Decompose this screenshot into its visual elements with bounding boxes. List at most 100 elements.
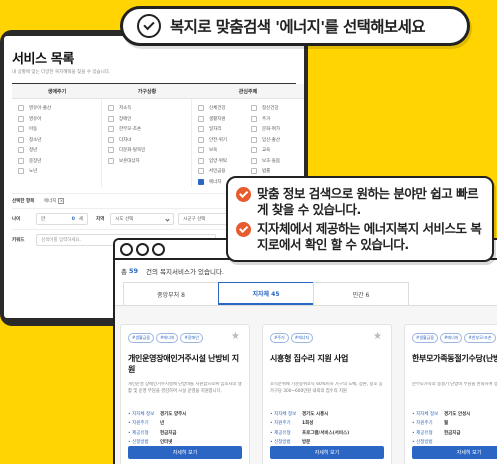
info-row: 제공유형현금지급 xyxy=(128,428,242,438)
checkbox-checked[interactable] xyxy=(198,178,204,185)
checkbox[interactable] xyxy=(251,136,257,143)
filter-header-lifecycle: 생애주기 xyxy=(12,84,102,99)
info-row: 지원주기1회성 xyxy=(270,419,384,429)
tag-list: #생활금융 #에너지 #장애인 xyxy=(128,333,242,343)
tab-central[interactable]: 중앙부처 8 xyxy=(123,282,219,305)
filter-option[interactable]: 정신건강 xyxy=(251,103,304,114)
window-dot-icon[interactable] xyxy=(152,242,165,256)
checkbox[interactable] xyxy=(198,168,204,175)
selected-chip[interactable]: 에너지 × xyxy=(44,198,65,204)
filter-option[interactable]: 청년 xyxy=(18,145,101,156)
info-row: 지원주기년 xyxy=(128,419,242,429)
tag-list: #주거 #에너지 xyxy=(270,333,384,343)
checkbox[interactable] xyxy=(108,136,114,143)
tab-private[interactable]: 민간 6 xyxy=(313,282,409,305)
filter-option[interactable]: 문화·여가 xyxy=(251,124,304,135)
info-row: 지원주기월 xyxy=(412,419,497,429)
checkbox[interactable] xyxy=(108,157,114,164)
checkbox[interactable] xyxy=(108,115,114,122)
filter-option[interactable]: 입양·위탁 xyxy=(198,156,251,167)
remove-icon[interactable]: × xyxy=(58,198,65,204)
checkbox[interactable] xyxy=(18,115,24,122)
tag[interactable]: #한부모·조손 xyxy=(464,333,496,343)
tag[interactable]: #에너지 xyxy=(290,333,314,343)
region-select[interactable]: 시도 선택 xyxy=(110,213,175,225)
checkbox[interactable] xyxy=(18,157,24,164)
filter-option[interactable]: 노년 xyxy=(18,166,101,177)
checkbox[interactable] xyxy=(108,147,114,154)
filter-option[interactable]: 보호·돌봄 xyxy=(251,156,304,167)
checkbox[interactable] xyxy=(251,168,257,175)
checkbox[interactable] xyxy=(198,136,204,143)
checkbox[interactable] xyxy=(251,147,257,154)
tab-local[interactable]: 지자체 45 xyxy=(218,282,314,305)
checkbox[interactable] xyxy=(18,168,24,175)
filter-option[interactable]: 임신·출산 xyxy=(251,135,304,146)
filter-option[interactable]: 장애인 xyxy=(108,114,191,125)
filter-option[interactable]: 법률 xyxy=(251,166,304,177)
checkbox[interactable] xyxy=(198,105,204,112)
filter-option[interactable]: 신체건강 xyxy=(198,103,251,114)
filter-option[interactable]: 저소득 xyxy=(108,103,191,114)
info-row: 제공유형현금지급 xyxy=(412,428,497,438)
window-dot-icon[interactable] xyxy=(120,242,133,256)
detail-button[interactable]: 자세히 보기 xyxy=(270,446,384,459)
filter-option[interactable]: 청소년 xyxy=(18,135,101,146)
filter-option[interactable]: 영유아 xyxy=(18,114,101,125)
checkbox[interactable] xyxy=(198,147,204,154)
filter-grid: 생애주기 가구상황 관심주제 영유아·출산 영유아 아동 청소년 청년 중장년 … xyxy=(12,83,304,187)
checkbox[interactable] xyxy=(18,126,24,133)
filter-option[interactable]: 안전·위기 xyxy=(198,135,251,146)
filter-option[interactable]: 교육 xyxy=(251,145,304,156)
checkbox[interactable] xyxy=(108,105,114,112)
filter-option[interactable]: 주거 xyxy=(251,114,304,125)
filter-option[interactable]: 아동 xyxy=(18,124,101,135)
result-tabs: 중앙부처 8 지자체 45 민간 6 xyxy=(115,282,497,306)
tag[interactable]: #에너지 xyxy=(440,333,463,343)
banner-text: 복지로 맞춤검색 '에너지'를 선택해보세요 xyxy=(170,18,426,36)
filter-option[interactable]: 다자녀 xyxy=(108,135,191,146)
filter-option[interactable]: 중장년 xyxy=(18,156,101,167)
star-icon[interactable]: ★ xyxy=(231,331,240,342)
filter-option[interactable]: 일자리 xyxy=(198,124,251,135)
card-description: 소득분위에 기준중위소득 60%이하 가구의 도배, 장판, 창호 등 가구당 … xyxy=(270,382,383,394)
card-title[interactable]: 한부모가족동절기수당(난방비) xyxy=(412,353,497,377)
age-label: 나이 xyxy=(12,217,21,222)
tag[interactable]: #생활금융 xyxy=(412,333,439,343)
card-info: 지자체 정보경기도 안성시 지원주기월 제공유형현금지급 신청방법 xyxy=(412,409,497,447)
detail-button[interactable]: 자세히 보기 xyxy=(128,446,242,459)
checkbox[interactable] xyxy=(198,157,204,164)
page-subtitle: 내 상황에 맞는 다양한 복지혜택을 찾을 수 있습니다. xyxy=(12,70,111,75)
checkbox[interactable] xyxy=(251,157,257,164)
checkbox[interactable] xyxy=(198,126,204,133)
card-description: 한부모가족의 동절기 난방비 부담을 완화하여 생활 안정 도모 xyxy=(412,382,497,387)
age-input[interactable]: 만 0 세 xyxy=(36,213,88,225)
window-dot-icon[interactable] xyxy=(136,242,149,256)
filter-option[interactable]: 보육 xyxy=(198,145,251,156)
checkbox[interactable] xyxy=(18,105,24,112)
checkbox[interactable] xyxy=(251,115,257,122)
tag[interactable]: #주거 xyxy=(270,333,289,343)
checkbox[interactable] xyxy=(251,126,257,133)
service-card: #생활금융 #에너지 #한부모·조손 한부모가족동절기수당(난방비) 한부모가족… xyxy=(404,324,497,464)
tag[interactable]: #장애인 xyxy=(180,333,203,343)
filter-option[interactable]: 보훈대상자 xyxy=(108,156,191,167)
tag[interactable]: #생활금융 xyxy=(128,333,155,343)
filter-option[interactable]: 영유아·출산 xyxy=(18,103,101,114)
selected-label: 선택한 항목 xyxy=(12,199,35,204)
checkbox[interactable] xyxy=(108,126,114,133)
filter-option[interactable]: 생활지원 xyxy=(198,114,251,125)
checkbox[interactable] xyxy=(18,147,24,154)
filter-option[interactable]: 한부모·조손 xyxy=(108,124,191,135)
filter-option[interactable]: 서민금융 xyxy=(198,166,251,177)
card-title[interactable]: 시흥형 집수리 지원 사업 xyxy=(270,353,384,377)
tag[interactable]: #에너지 xyxy=(156,333,179,343)
checkbox[interactable] xyxy=(198,115,204,122)
checkbox[interactable] xyxy=(251,105,257,112)
card-title[interactable]: 개인운영장애인거주시설 난방비 지원 xyxy=(128,353,242,377)
checkbox[interactable] xyxy=(18,136,24,143)
result-cards: #생활금융 #에너지 #장애인 ★ 개인운영장애인거주시설 난방비 지원 개인운… xyxy=(120,324,497,464)
filter-option[interactable]: 다문화·탈북민 xyxy=(108,145,191,156)
star-icon[interactable]: ★ xyxy=(373,331,382,342)
detail-button[interactable]: 자세히 보기 xyxy=(412,446,497,459)
